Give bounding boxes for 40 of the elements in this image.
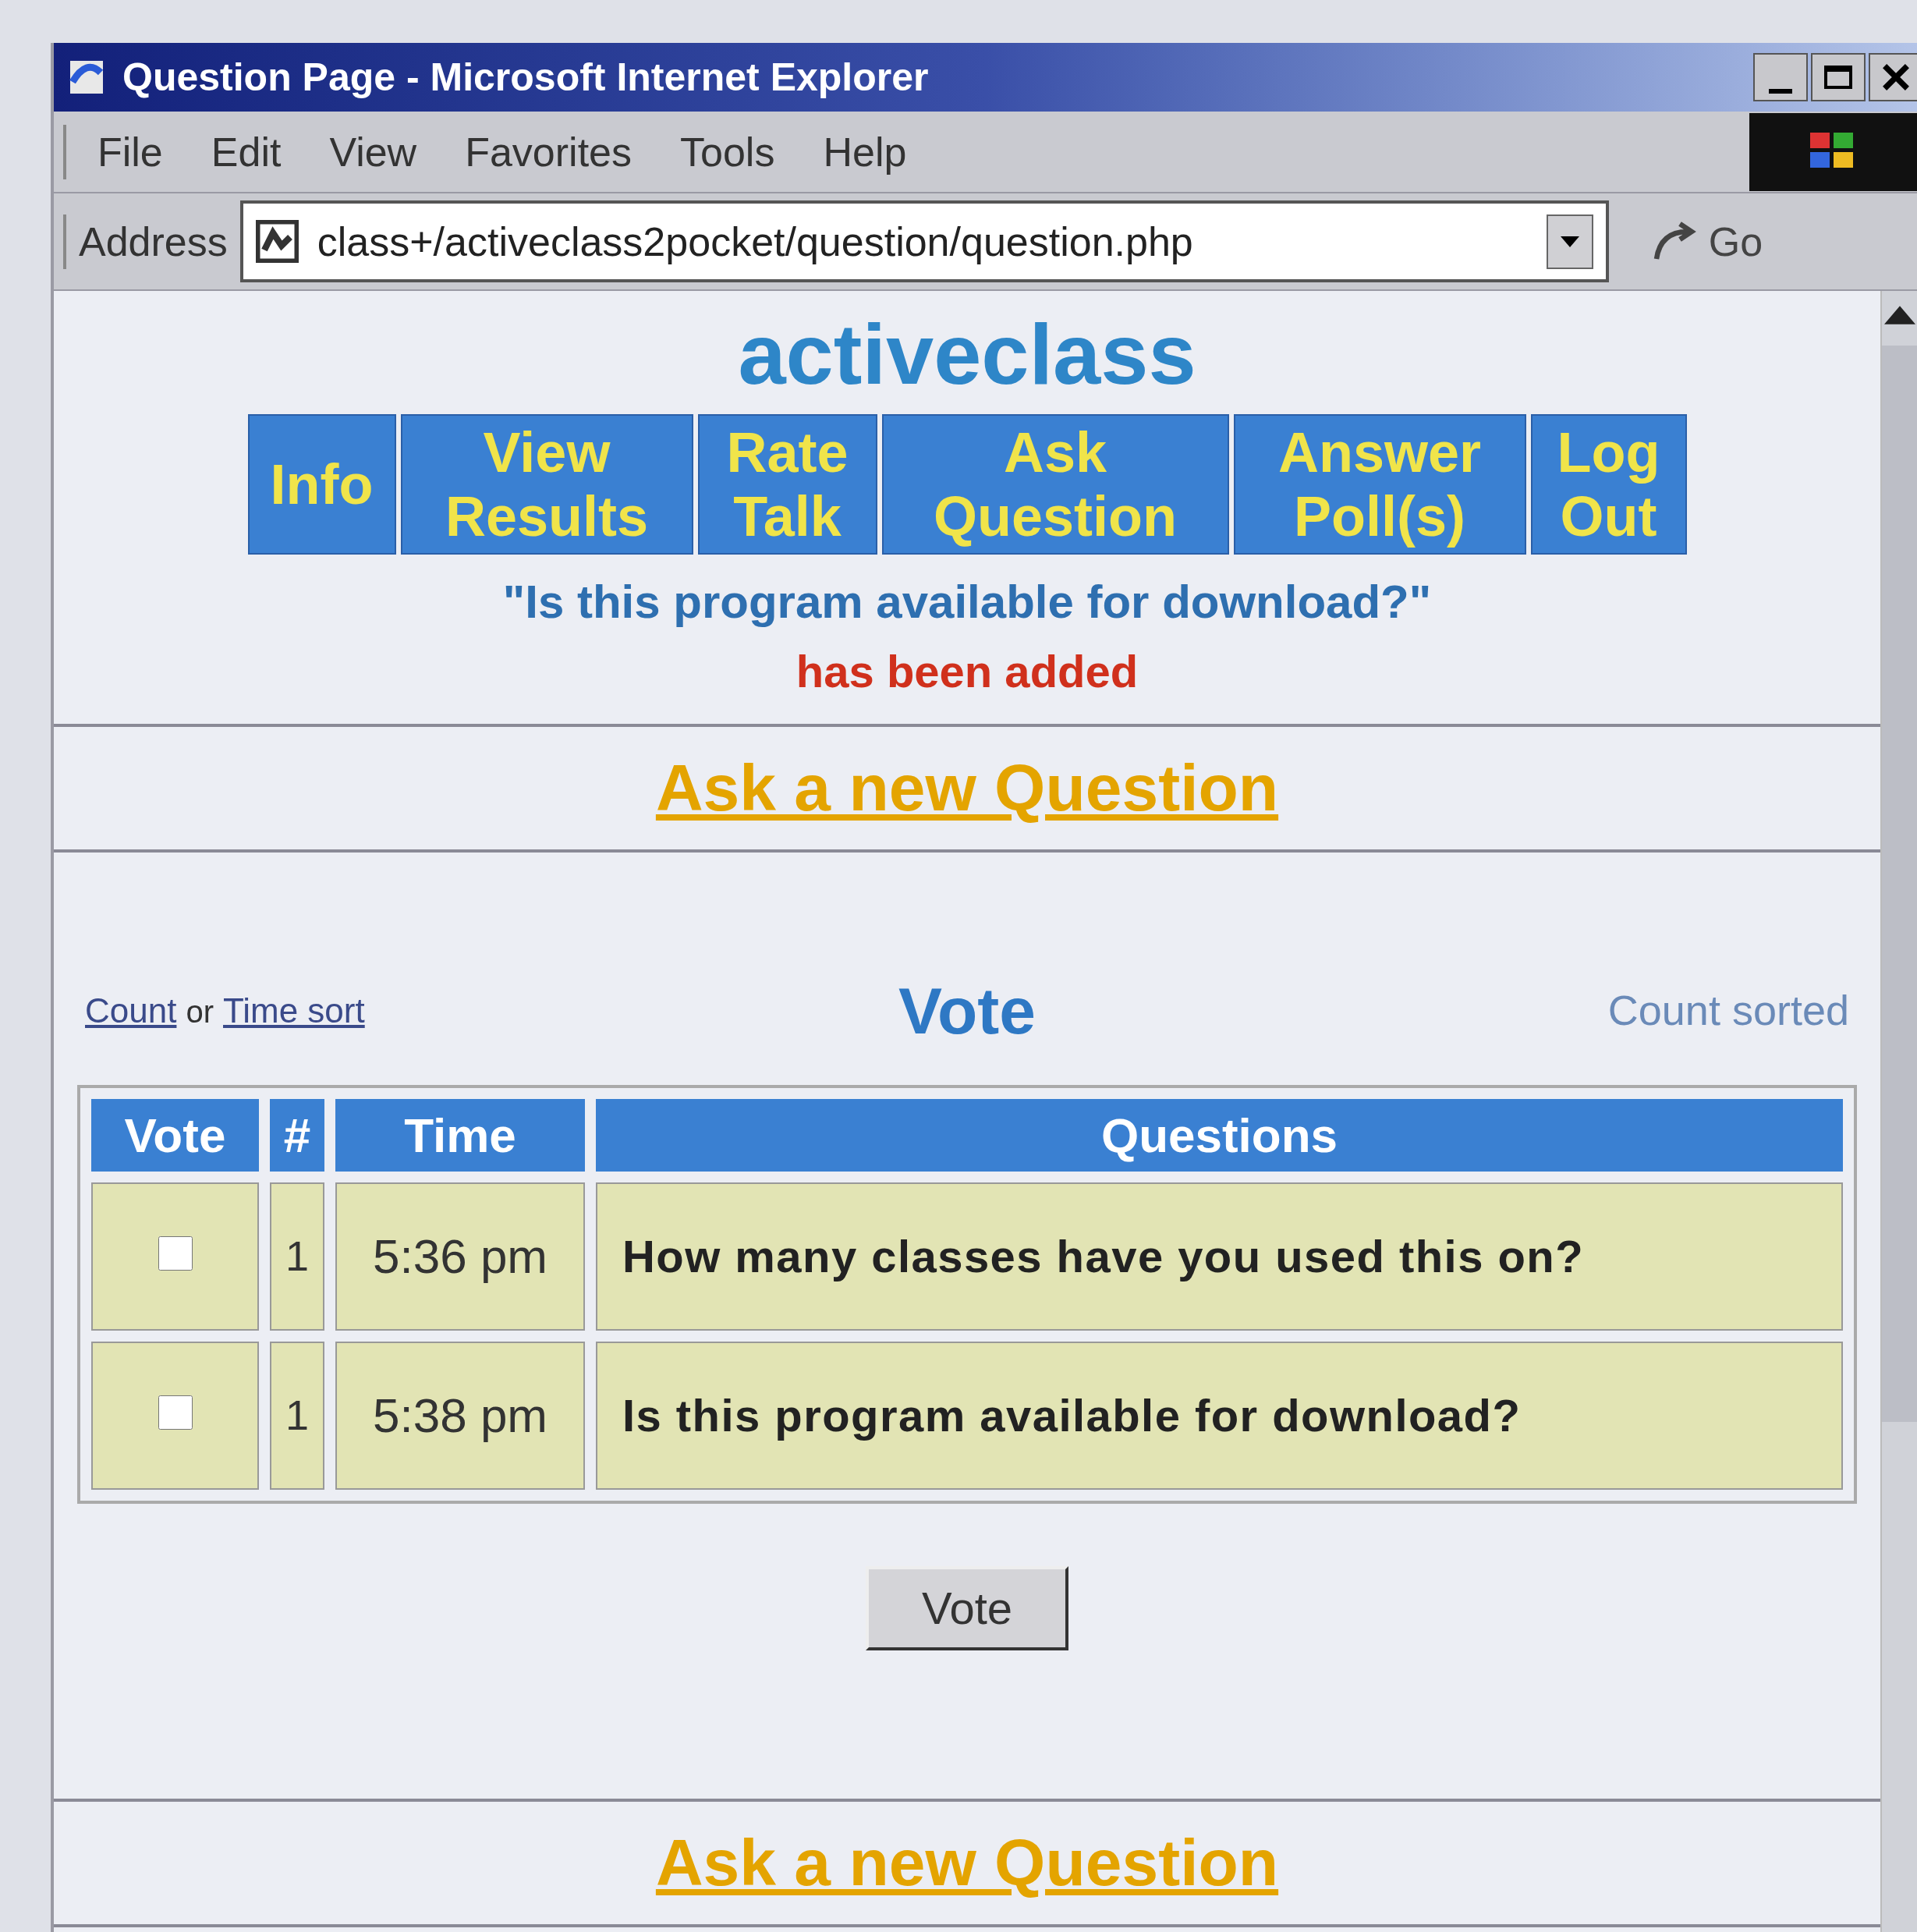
caret-icon [1560, 236, 1579, 247]
page-icon [255, 220, 299, 263]
vote-button[interactable]: Vote [866, 1565, 1068, 1650]
column-header: # [270, 1098, 324, 1172]
go-button[interactable]: Go [1652, 211, 1763, 272]
sort-status: Count sorted [1607, 986, 1849, 1035]
windows-logo-icon [1749, 112, 1917, 191]
table-cell: 1 [270, 1182, 324, 1331]
count-sort-link[interactable]: Count [85, 984, 177, 1037]
scrollbar[interactable] [1880, 291, 1917, 1932]
menu-item[interactable]: Favorites [465, 121, 633, 183]
minimize-button[interactable] [1753, 53, 1808, 101]
or-text: or [186, 993, 214, 1030]
menu-item[interactable]: View [329, 121, 417, 183]
column-header: Vote [91, 1098, 259, 1172]
address-field[interactable]: class+/activeclass2pocket/question/question.php [239, 200, 1609, 282]
menu-item[interactable]: Tools [680, 121, 775, 183]
table-cell: How many classes have you used this on? [596, 1182, 1843, 1331]
time-sort-link[interactable]: Time sort [223, 984, 365, 1037]
table-cell: 1 [270, 1341, 324, 1490]
menu-item[interactable]: File [97, 121, 163, 183]
site-logo: activeclass [738, 305, 1196, 403]
table-cell: Is this program available for download? [596, 1341, 1843, 1490]
table-cell: 5:36 pm [335, 1182, 585, 1331]
table-cell: 5:38 pm [335, 1341, 585, 1490]
column-header: Time [335, 1098, 585, 1172]
dropdown-button[interactable] [1546, 214, 1593, 269]
close-button[interactable] [1869, 53, 1917, 101]
maximize-button[interactable] [1811, 53, 1866, 101]
window-title: Question Page - Microsoft Internet Explorer [122, 54, 930, 101]
menu-item[interactable]: Help [823, 121, 907, 183]
vote-checkbox[interactable] [158, 1395, 193, 1430]
vote-checkbox[interactable] [158, 1236, 193, 1271]
address-label: Address [79, 218, 228, 266]
close-icon [1882, 63, 1910, 91]
column-header: Questions [596, 1098, 1843, 1172]
menu-item[interactable]: Edit [211, 121, 282, 183]
vote-heading: Vote [898, 973, 1036, 1049]
added-status: has been added [796, 644, 1139, 698]
added-question: "Is this program available for download?" [502, 574, 1432, 629]
